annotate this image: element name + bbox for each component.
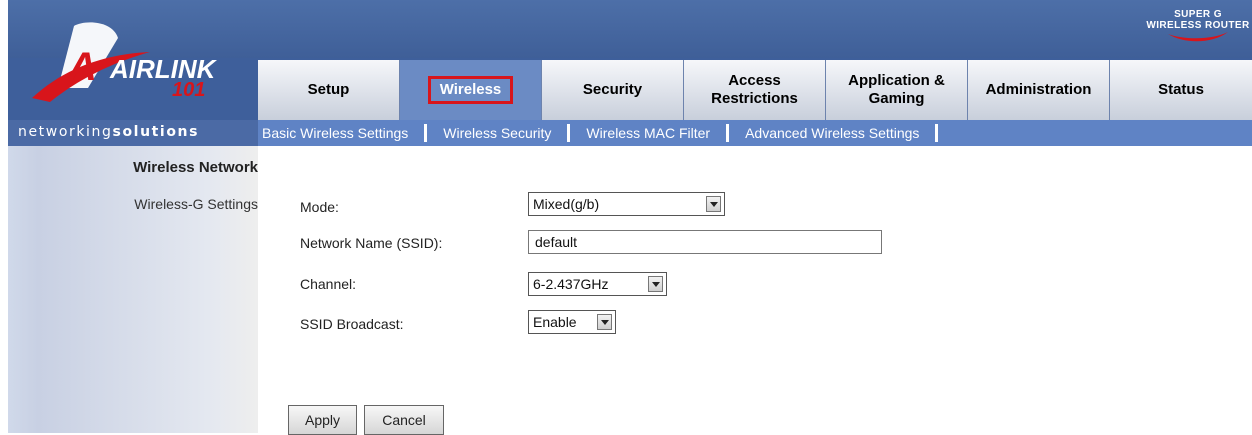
svg-text:A: A <box>67 45 97 89</box>
subnav-wireless-mac-filter[interactable]: Wireless MAC Filter <box>586 125 710 141</box>
subnav-wireless-security[interactable]: Wireless Security <box>443 125 551 141</box>
subnav-basic-wireless-settings[interactable]: Basic Wireless Settings <box>262 125 408 141</box>
tab-application-gaming[interactable]: Application & Gaming <box>826 60 968 120</box>
sidebar-title: Wireless Network <box>133 159 258 176</box>
ssid-broadcast-value: Enable <box>533 314 577 330</box>
tab-wireless[interactable]: Wireless <box>400 60 542 120</box>
subnav-divider <box>935 124 939 142</box>
mode-label: Mode: <box>300 199 339 215</box>
cancel-button[interactable]: Cancel <box>364 405 444 435</box>
ssid-broadcast-select[interactable]: Enable <box>528 310 616 334</box>
subnav-divider <box>726 124 730 142</box>
tagline: networkingsolutions <box>18 124 200 140</box>
chevron-down-icon[interactable] <box>648 276 663 292</box>
brand-line1: SUPER G <box>1174 9 1222 20</box>
svg-text:101: 101 <box>172 79 205 101</box>
sidebar-item-wireless-g-settings: Wireless-G Settings <box>134 196 258 212</box>
channel-value: 6-2.437GHz <box>533 276 609 292</box>
tab-administration[interactable]: Administration <box>968 60 1110 120</box>
subnav-divider <box>424 124 428 142</box>
mode-select[interactable]: Mixed(g/b) <box>528 192 725 216</box>
tab-status[interactable]: Status <box>1110 60 1252 120</box>
apply-button[interactable]: Apply <box>288 405 357 435</box>
sub-navigation: Basic Wireless Settings Wireless Securit… <box>258 120 1252 146</box>
subnav-divider <box>567 124 571 142</box>
tab-security[interactable]: Security <box>542 60 684 120</box>
subnav-advanced-wireless-settings[interactable]: Advanced Wireless Settings <box>745 125 919 141</box>
tab-setup[interactable]: Setup <box>258 60 400 120</box>
chevron-down-icon[interactable] <box>706 196 721 212</box>
ssid-broadcast-label: SSID Broadcast: <box>300 316 404 332</box>
sidebar: Wireless Network Wireless-G Settings <box>8 146 258 433</box>
channel-label: Channel: <box>300 276 357 292</box>
tab-access-restrictions[interactable]: Access Restrictions <box>684 60 826 120</box>
swoosh-icon <box>1168 32 1228 42</box>
mode-value: Mixed(g/b) <box>533 196 600 212</box>
ssid-input[interactable] <box>528 230 882 254</box>
super-g-brand: SUPER G WIRELESS ROUTER <box>1144 0 1252 46</box>
main-tabs: Setup Wireless Security Access Restricti… <box>258 60 1252 120</box>
settings-form: Mode: Mixed(g/b) Network Name (SSID): Ch… <box>258 146 1252 435</box>
ssid-label: Network Name (SSID): <box>300 235 443 251</box>
channel-select[interactable]: 6-2.437GHz <box>528 272 667 296</box>
airlink-logo: A AIRLINK 101 <box>32 22 218 102</box>
chevron-down-icon[interactable] <box>597 314 612 330</box>
